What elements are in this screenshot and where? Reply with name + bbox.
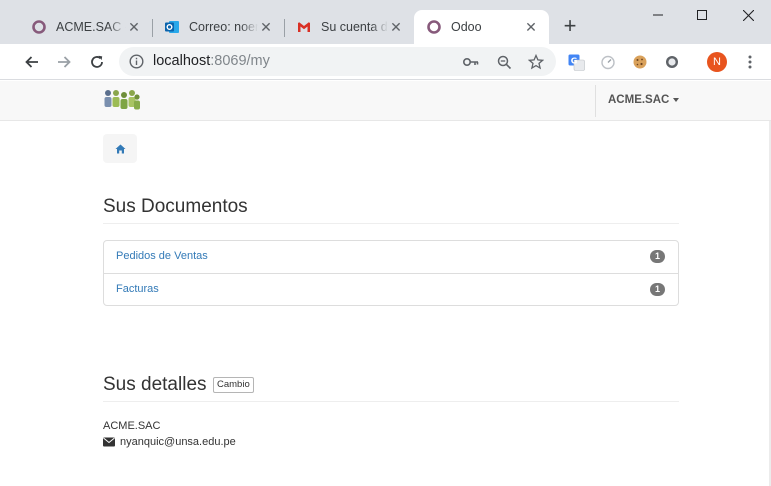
browser-tab-correo[interactable]: Correo: noem ✕ bbox=[152, 10, 284, 44]
envelope-icon bbox=[103, 437, 115, 447]
address-url: localhost:8069/my bbox=[153, 53, 270, 69]
edit-details-button[interactable]: Cambio bbox=[213, 377, 254, 393]
maximize-icon bbox=[697, 10, 707, 20]
company-logo[interactable] bbox=[103, 85, 141, 115]
tab-title: Odoo bbox=[451, 20, 482, 34]
tab-title: Correo: noem bbox=[189, 20, 258, 34]
close-icon[interactable]: ✕ bbox=[258, 19, 274, 35]
svg-text:G: G bbox=[570, 56, 577, 65]
browser-toolbar: localhost:8069/my G N bbox=[0, 44, 771, 80]
partner-name: ACME.SAC bbox=[103, 420, 161, 432]
tab-title: ACME.SAC - bbox=[56, 20, 126, 34]
back-arrow-icon bbox=[25, 56, 38, 68]
gmail-icon bbox=[296, 19, 312, 35]
info-icon[interactable] bbox=[129, 54, 144, 72]
cookie-extension-button[interactable] bbox=[626, 48, 654, 76]
portal-navbar: ACME.SAC bbox=[0, 81, 771, 121]
outlook-icon bbox=[164, 19, 180, 35]
zoom-icon[interactable] bbox=[495, 53, 513, 71]
kebab-menu-icon bbox=[748, 55, 752, 69]
documents-item-label[interactable]: Pedidos de Ventas bbox=[116, 250, 208, 262]
close-window-button[interactable] bbox=[725, 0, 771, 30]
home-icon bbox=[115, 144, 125, 153]
browser-menu-button[interactable] bbox=[736, 48, 764, 76]
count-badge: 1 bbox=[650, 250, 665, 263]
profile-avatar[interactable]: N bbox=[707, 52, 727, 72]
partner-email: nyanquic@unsa.edu.pe bbox=[103, 436, 236, 448]
navbar-divider bbox=[595, 85, 596, 117]
documents-item-sales-orders[interactable]: Pedidos de Ventas 1 bbox=[104, 241, 678, 273]
documents-list: Pedidos de Ventas 1 Facturas 1 bbox=[103, 240, 679, 306]
tab-title: Su cuenta de bbox=[321, 20, 388, 34]
close-icon[interactable]: ✕ bbox=[126, 19, 142, 35]
key-icon[interactable] bbox=[462, 53, 480, 71]
close-icon[interactable]: ✕ bbox=[388, 19, 404, 35]
details-heading: Sus detalles bbox=[103, 374, 207, 395]
partner-email-text: nyanquic@unsa.edu.pe bbox=[120, 436, 236, 448]
company-dropdown[interactable]: ACME.SAC bbox=[608, 94, 680, 106]
timer-icon bbox=[601, 55, 615, 70]
reload-button[interactable] bbox=[83, 48, 111, 76]
close-icon[interactable]: ✕ bbox=[523, 19, 539, 35]
translate-extension-button[interactable]: G bbox=[562, 48, 590, 76]
documents-item-invoices[interactable]: Facturas 1 bbox=[104, 273, 678, 305]
browser-tab-acme[interactable]: ACME.SAC - ✕ bbox=[19, 10, 152, 44]
company-name: ACME.SAC bbox=[608, 94, 670, 106]
address-bar[interactable]: localhost:8069/my bbox=[119, 47, 556, 76]
record-icon bbox=[666, 56, 678, 68]
forward-arrow-icon bbox=[58, 56, 71, 68]
odoo-icon bbox=[31, 19, 47, 35]
reload-icon bbox=[91, 55, 103, 68]
browser-tabstrip: ACME.SAC - ✕ Correo: noem ✕ Su cuenta de… bbox=[0, 0, 771, 44]
count-badge: 1 bbox=[650, 283, 665, 296]
forward-button[interactable] bbox=[50, 48, 78, 76]
documents-item-label[interactable]: Facturas bbox=[116, 283, 159, 295]
odoo-icon bbox=[426, 19, 442, 35]
browser-tab-odoo[interactable]: Odoo ✕ bbox=[414, 10, 549, 44]
caret-down-icon bbox=[673, 97, 680, 102]
details-divider bbox=[103, 401, 679, 402]
minimize-icon bbox=[653, 14, 663, 16]
breadcrumb-home[interactable] bbox=[103, 134, 137, 163]
browser-tab-gmail[interactable]: Su cuenta de ✕ bbox=[284, 10, 414, 44]
close-icon bbox=[742, 9, 754, 21]
documents-heading: Sus Documentos bbox=[103, 196, 248, 217]
timer-extension-button[interactable] bbox=[594, 48, 622, 76]
documents-divider bbox=[103, 223, 679, 224]
record-extension-button[interactable] bbox=[658, 48, 686, 76]
translate-icon: G bbox=[568, 54, 585, 71]
maximize-button[interactable] bbox=[679, 0, 725, 30]
url-path: :8069/my bbox=[210, 53, 270, 69]
url-host: localhost bbox=[153, 53, 211, 69]
new-tab-button[interactable]: + bbox=[558, 15, 582, 39]
minimize-button[interactable] bbox=[635, 0, 681, 30]
star-icon[interactable] bbox=[527, 53, 545, 71]
cookie-icon bbox=[633, 55, 647, 69]
back-button[interactable] bbox=[18, 48, 46, 76]
